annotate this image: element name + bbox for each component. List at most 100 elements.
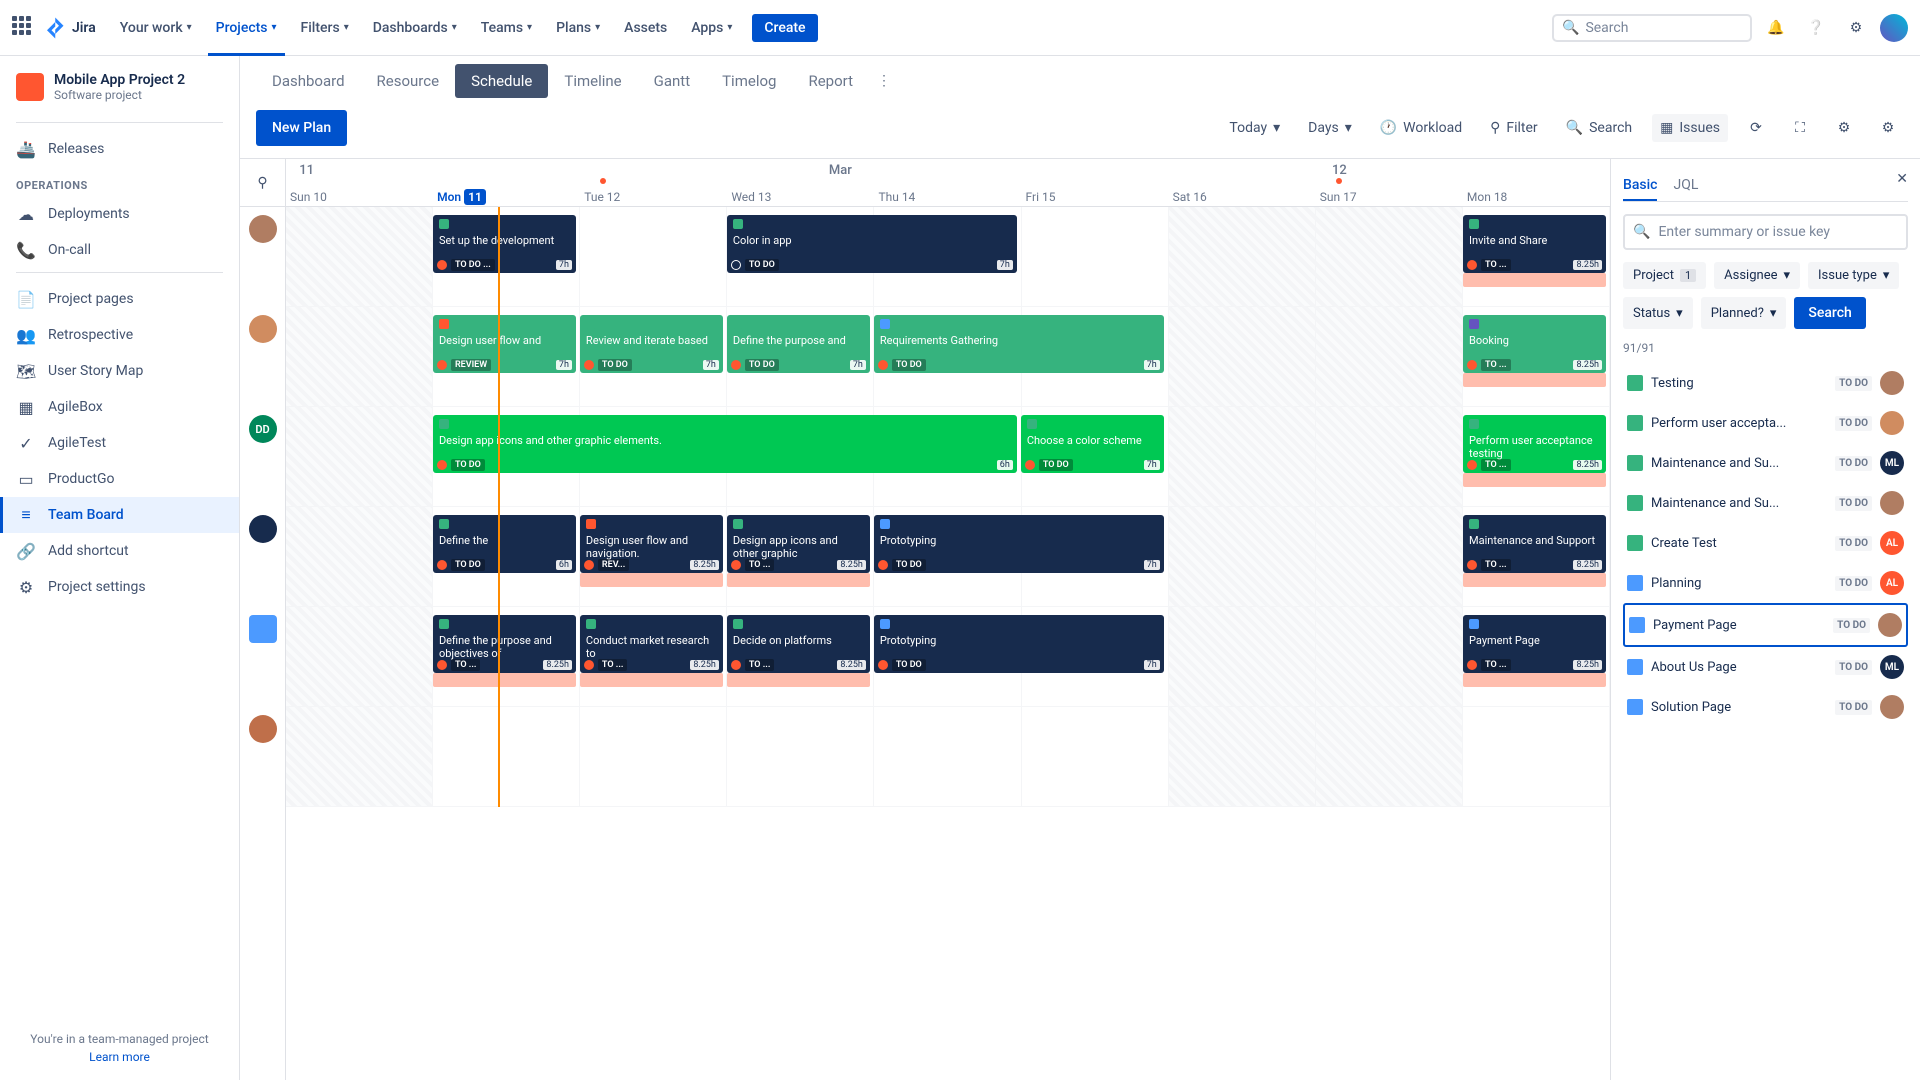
sidebar-productgo[interactable]: ▭ProductGo — [0, 461, 239, 497]
schedule-card[interactable]: Choose a color schemeTO DO7h — [1021, 415, 1164, 473]
schedule-card[interactable]: Design app icons and other graphicTO ...… — [727, 515, 870, 573]
nav-dashboards[interactable]: Dashboards ▾ — [365, 14, 465, 42]
schedule-card[interactable]: Invite and ShareTO ...8.25h — [1463, 215, 1606, 273]
assignee-avatar[interactable] — [240, 507, 285, 607]
filter-issue-type[interactable]: Issue type▾ — [1808, 262, 1899, 289]
assignee-avatar[interactable] — [240, 207, 285, 307]
panel-tab-jql[interactable]: JQL — [1673, 171, 1698, 201]
schedule-card[interactable]: Design user flow andREVIEW7h — [433, 315, 576, 373]
sidebar-agilebox[interactable]: ▦AgileBox — [0, 389, 239, 425]
more-tabs-icon[interactable]: ⋮ — [869, 65, 899, 97]
schedule-card[interactable]: Color in appTO DO7h — [727, 215, 1017, 273]
issue-item[interactable]: TestingTO DO — [1623, 363, 1908, 403]
nav-apps[interactable]: Apps ▾ — [683, 14, 740, 42]
nav-assets[interactable]: Assets — [616, 14, 675, 42]
sidebar-project-settings[interactable]: ⚙Project settings — [0, 569, 239, 605]
sidebar-project-pages[interactable]: 📄Project pages — [0, 281, 239, 317]
issue-item[interactable]: Create TestTO DOAL — [1623, 523, 1908, 563]
sidebar-oncall[interactable]: 📞 On-call — [0, 232, 239, 268]
issue-item[interactable]: PlanningTO DOAL — [1623, 563, 1908, 603]
create-button[interactable]: Create — [752, 14, 817, 42]
issue-item[interactable]: About Us PageTO DOML — [1623, 647, 1908, 687]
schedule-card[interactable]: Review and iterate basedTO DO7h — [580, 315, 723, 373]
schedule-card[interactable]: Design app icons and other graphic eleme… — [433, 415, 1017, 473]
tab-timeline[interactable]: Timeline — [548, 64, 637, 98]
app-switcher-icon[interactable] — [12, 16, 36, 40]
schedule-card[interactable]: Define the purpose and objectives ofTO .… — [433, 615, 576, 673]
sliders-icon[interactable]: ⚙ — [1828, 112, 1860, 144]
sidebar-agiletest[interactable]: ✓AgileTest — [0, 425, 239, 461]
settings-icon[interactable]: ⚙ — [1840, 12, 1872, 44]
schedule-card[interactable]: Payment PageTO ...8.25h — [1463, 615, 1606, 673]
filter-planned[interactable]: Planned?▾ — [1701, 297, 1787, 329]
schedule-card[interactable]: PrototypingTO DO7h — [874, 615, 1164, 673]
schedule-card[interactable]: PrototypingTO DO7h — [874, 515, 1164, 573]
tab-report[interactable]: Report — [792, 64, 869, 98]
assignee-avatar[interactable] — [240, 307, 285, 407]
day-header[interactable]: Mon 11 — [433, 190, 580, 204]
panel-tab-basic[interactable]: Basic — [1623, 171, 1657, 201]
schedule-card[interactable]: Define the purpose andTO DO7h — [727, 315, 870, 373]
panel-search-button[interactable]: Search — [1794, 297, 1865, 329]
jira-logo[interactable]: Jira — [44, 16, 96, 40]
tab-dashboard[interactable]: Dashboard — [256, 64, 361, 98]
tab-resource[interactable]: Resource — [361, 64, 456, 98]
sidebar-releases[interactable]: 🚢 Releases — [0, 131, 239, 167]
profile-avatar[interactable] — [1880, 14, 1908, 42]
issue-item[interactable]: Maintenance and Su...TO DOML — [1623, 443, 1908, 483]
schedule-card[interactable]: Maintenance and SupportTO ...8.25h — [1463, 515, 1606, 573]
view-unit-dropdown[interactable]: Days ▾ — [1300, 114, 1360, 142]
sidebar-user-story-map[interactable]: 🗺User Story Map — [0, 353, 239, 389]
project-header[interactable]: Mobile App Project 2 Software project — [0, 64, 239, 118]
help-icon[interactable]: ❔ — [1800, 12, 1832, 44]
search-button[interactable]: 🔍Search — [1558, 114, 1640, 142]
day-header[interactable]: Sat 16 — [1169, 190, 1316, 204]
tab-timelog[interactable]: Timelog — [706, 64, 792, 98]
nav-plans[interactable]: Plans ▾ — [548, 14, 608, 42]
tab-schedule[interactable]: Schedule — [455, 64, 548, 98]
day-header[interactable]: Fri 15 — [1022, 190, 1169, 204]
schedule-card[interactable]: Design user flow and navigation.REV...8.… — [580, 515, 723, 573]
filter-assignee[interactable]: Assignee▾ — [1714, 262, 1800, 289]
nav-teams[interactable]: Teams ▾ — [473, 14, 540, 42]
close-panel-icon[interactable]: ✕ — [1896, 171, 1908, 187]
day-header[interactable]: Sun 17 — [1316, 190, 1463, 204]
issue-item[interactable]: Solution PageTO DO — [1623, 687, 1908, 727]
notifications-icon[interactable]: 🔔 — [1760, 12, 1792, 44]
refresh-icon[interactable]: ⟳ — [1740, 112, 1772, 144]
issue-item[interactable]: Perform user accepta...TO DO — [1623, 403, 1908, 443]
filter-project[interactable]: Project1 — [1623, 262, 1706, 289]
new-plan-button[interactable]: New Plan — [256, 110, 347, 146]
issue-item[interactable]: Maintenance and Su...TO DO — [1623, 483, 1908, 523]
schedule-card[interactable]: Conduct market research toTO ...8.25h — [580, 615, 723, 673]
tab-gantt[interactable]: Gantt — [638, 64, 706, 98]
day-header[interactable]: Mon 18 — [1463, 190, 1610, 204]
schedule-card[interactable]: Decide on platformsTO ...8.25h — [727, 615, 870, 673]
sidebar-team-board[interactable]: ≡Team Board — [0, 497, 239, 533]
filter-status[interactable]: Status▾ — [1623, 297, 1693, 329]
nav-filters[interactable]: Filters ▾ — [293, 14, 357, 42]
issue-search-input[interactable]: 🔍 Enter summary or issue key — [1623, 214, 1908, 250]
sidebar-add-shortcut[interactable]: 🔗Add shortcut — [0, 533, 239, 569]
nav-your-work[interactable]: Your work ▾ — [112, 14, 200, 42]
sidebar-deployments[interactable]: ☁ Deployments — [0, 196, 239, 232]
schedule-card[interactable]: Define theTO DO6h — [433, 515, 576, 573]
fullscreen-icon[interactable]: ⛶ — [1784, 112, 1816, 144]
day-header[interactable]: Thu 14 — [874, 190, 1021, 204]
assignee-avatar[interactable] — [240, 607, 285, 707]
today-button[interactable]: Today ▾ — [1221, 114, 1288, 142]
schedule-card[interactable]: Set up the developmentTO DO ...7h — [433, 215, 576, 273]
schedule-card[interactable]: Perform user acceptance testingTO ...8.2… — [1463, 415, 1606, 473]
nav-projects[interactable]: Projects ▾ — [208, 14, 285, 42]
day-header[interactable]: Sun 10 — [286, 190, 433, 204]
issues-toggle[interactable]: ▦Issues — [1652, 114, 1728, 142]
assignee-avatar[interactable]: DD — [240, 407, 285, 507]
schedule-card[interactable]: BookingTO ...8.25h — [1463, 315, 1606, 373]
day-header[interactable]: Wed 13 — [727, 190, 874, 204]
workload-button[interactable]: 🕐Workload — [1372, 114, 1470, 142]
global-search[interactable]: 🔍 Search — [1552, 14, 1752, 42]
schedule-card[interactable]: Requirements GatheringTO DO7h — [874, 315, 1164, 373]
filter-button[interactable]: ⚲Filter — [1482, 114, 1546, 142]
issue-item[interactable]: Payment PageTO DO — [1623, 603, 1908, 647]
gear-icon[interactable]: ⚙ — [1872, 112, 1904, 144]
